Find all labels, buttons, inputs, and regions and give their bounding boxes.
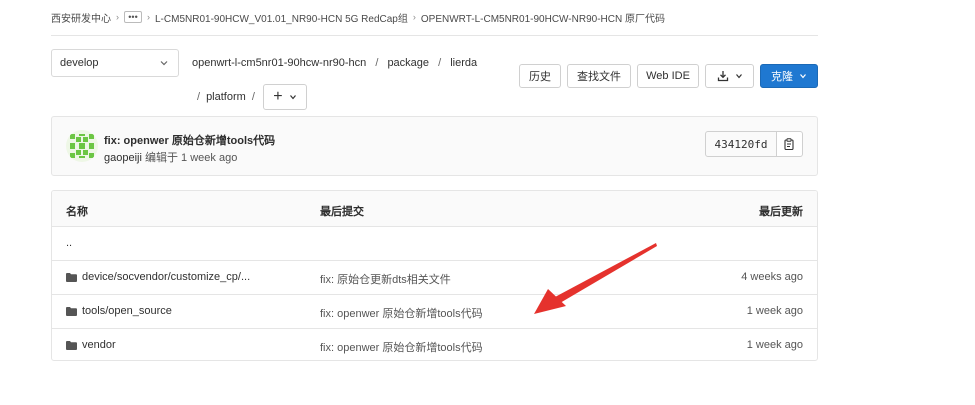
commit-meta: gaopeiji 编辑于 1 week ago	[104, 149, 237, 165]
commit-message-link[interactable]: fix: openwer 原始仓新增tools代码	[320, 305, 483, 321]
breadcrumb-separator: ›	[116, 12, 119, 22]
copy-sha-button[interactable]	[777, 131, 803, 157]
folder-icon	[66, 272, 77, 282]
commit-message-link[interactable]: fix: 原始仓更新dts相关文件	[320, 271, 451, 287]
add-to-tree-button[interactable]: +	[262, 84, 307, 110]
branch-select-value: develop	[60, 57, 99, 69]
breadcrumb-separator: ›	[412, 12, 416, 22]
repo-path-continued: / platform / +	[197, 84, 307, 110]
path-separator: /	[438, 57, 442, 69]
commit-sha[interactable]: 434120fd	[705, 131, 777, 157]
chevron-down-icon	[800, 74, 806, 79]
table-row[interactable]: device/socvendor/customize_cp/... fix: 原…	[52, 261, 817, 295]
commit-time: 1 week ago	[181, 152, 238, 164]
table-row-parent[interactable]: ..	[52, 227, 817, 261]
path-segment-repo[interactable]: openwrt-l-cm5nr01-90hcw-nr90-hcn	[192, 57, 366, 69]
parent-directory-link[interactable]: ..	[66, 237, 72, 249]
last-update-time: 1 week ago	[746, 305, 803, 317]
clipboard-icon	[784, 138, 794, 150]
plus-icon: +	[273, 88, 283, 105]
last-update-time: 4 weeks ago	[741, 271, 803, 283]
breadcrumb-item-group[interactable]: 西安研发中心	[51, 10, 111, 25]
table-row[interactable]: vendor fix: openwer 原始仓新增tools代码 1 week …	[52, 329, 817, 360]
commit-sha-group: 434120fd	[705, 131, 803, 157]
breadcrumb-ellipsis-button[interactable]: •••	[124, 11, 142, 23]
download-button[interactable]	[705, 64, 754, 88]
branch-select[interactable]: develop	[51, 49, 179, 77]
chevron-down-icon	[160, 61, 168, 66]
path-segment-platform[interactable]: platform	[206, 91, 246, 103]
clone-button-label: 克隆	[771, 71, 793, 83]
chevron-down-icon	[289, 95, 296, 100]
breadcrumb-item-subgroup[interactable]: L-CM5NR01-90HCW_V01.01_NR90-HCN 5G RedCa…	[155, 10, 408, 25]
file-name-link[interactable]: tools/open_source	[82, 305, 172, 317]
breadcrumb: 西安研发中心 › ••• › L-CM5NR01-90HCW_V01.01_NR…	[51, 10, 665, 25]
file-name-link[interactable]: vendor	[82, 339, 116, 351]
path-segment-package[interactable]: package	[387, 57, 429, 69]
path-separator: /	[375, 57, 379, 69]
chevron-down-icon	[735, 74, 742, 79]
breadcrumb-item-project[interactable]: OPENWRT-L-CM5NR01-90HCW-NR90-HCN 原厂代码	[421, 10, 665, 25]
column-header-last-commit: 最后提交	[320, 206, 364, 218]
table-row[interactable]: tools/open_source fix: openwer 原始仓新增tool…	[52, 295, 817, 329]
path-separator: /	[251, 91, 255, 103]
column-header-last-update: 最后更新	[759, 206, 803, 218]
commit-edited-label: 编辑于	[144, 152, 178, 164]
last-commit-panel: fix: openwer 原始仓新增tools代码 gaopeiji 编辑于 1…	[51, 116, 818, 176]
commit-author-link[interactable]: gaopeiji	[104, 152, 142, 164]
web-ide-button[interactable]: Web IDE	[637, 64, 699, 88]
avatar[interactable]	[66, 130, 98, 162]
column-header-name: 名称	[66, 206, 88, 218]
folder-icon	[66, 306, 77, 316]
last-update-time: 1 week ago	[746, 339, 803, 351]
path-segment-lierda[interactable]: lierda	[450, 57, 477, 69]
header-divider	[51, 35, 818, 36]
table-header: 名称 最后提交 最后更新	[52, 191, 817, 227]
breadcrumb-separator: ›	[147, 12, 150, 22]
history-button[interactable]: 历史	[519, 64, 561, 88]
file-name-link[interactable]: device/socvendor/customize_cp/...	[82, 271, 250, 283]
find-file-button[interactable]: 查找文件	[567, 64, 631, 88]
commit-title-link[interactable]: fix: openwer 原始仓新增tools代码	[104, 132, 275, 148]
folder-icon	[66, 340, 77, 350]
download-icon	[717, 71, 728, 82]
file-tree-table: 名称 最后提交 最后更新 .. device/socvendor/customi…	[51, 190, 818, 361]
repo-path: openwrt-l-cm5nr01-90hcw-nr90-hcn / packa…	[192, 57, 477, 69]
path-separator: /	[197, 91, 201, 103]
clone-button[interactable]: 克隆	[760, 64, 818, 88]
commit-message-link[interactable]: fix: openwer 原始仓新增tools代码	[320, 339, 483, 355]
